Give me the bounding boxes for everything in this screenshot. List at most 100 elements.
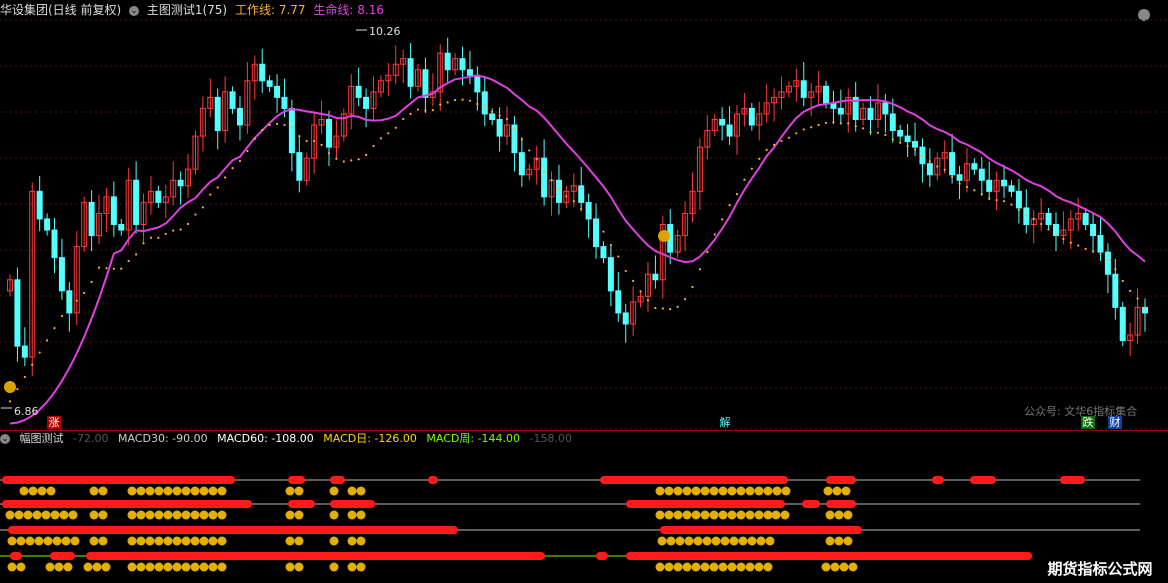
work-line-dot <box>654 306 657 310</box>
candle-body <box>1052 224 1059 237</box>
work-line-dot <box>394 126 397 129</box>
work-line-dot <box>520 138 523 141</box>
money-bag-icon <box>92 562 102 572</box>
candle-body <box>1001 179 1008 187</box>
money-bag-icon <box>7 562 17 572</box>
money-bag-icon <box>136 562 146 572</box>
candle-body <box>956 174 963 181</box>
work-line-dot <box>1069 241 1072 244</box>
work-line-dot <box>387 132 390 135</box>
work-line-dot <box>1121 279 1124 282</box>
money-bag-icon <box>329 486 339 496</box>
work-line-dot <box>906 144 909 148</box>
candle-body <box>1045 212 1052 226</box>
work-line-dot <box>884 133 887 137</box>
money-bag-icon <box>666 536 676 546</box>
money-bag-icon <box>673 486 683 496</box>
candle-body <box>66 290 73 314</box>
money-bag-icon <box>199 510 209 520</box>
sub-indicator-chart[interactable] <box>0 446 1168 583</box>
money-bag-icon <box>190 562 200 572</box>
work-line-dot <box>231 167 234 170</box>
candle-body <box>823 85 830 104</box>
candle-body <box>266 80 273 87</box>
work-line-dot <box>594 221 598 224</box>
work-line-dot <box>661 307 664 310</box>
signal-jie: 解 <box>719 416 731 429</box>
money-bag-icon <box>682 562 692 572</box>
money-bag-icon <box>285 486 295 496</box>
money-bag-icon <box>347 486 357 496</box>
work-line-dot <box>53 327 56 330</box>
money-bag-icon <box>781 486 791 496</box>
money-bag-icon <box>217 510 227 520</box>
money-bag-icon <box>136 510 146 520</box>
work-line-dot <box>135 253 138 256</box>
money-bag-icon <box>682 510 692 520</box>
money-bag-icon <box>682 486 692 496</box>
money-bag-icon <box>285 510 295 520</box>
money-bag-icon <box>830 562 840 572</box>
work-line-dot <box>528 149 531 152</box>
candle-body <box>1104 251 1111 275</box>
work-line-dot <box>706 251 709 254</box>
work-line-dot <box>869 131 872 134</box>
money-bag-icon <box>709 510 719 520</box>
work-line-dot <box>253 137 256 140</box>
money-bag-icon <box>136 486 146 496</box>
work-line-dot <box>298 134 301 138</box>
candle-body <box>51 229 58 259</box>
signal-bar <box>330 500 375 508</box>
work-line-dot <box>379 137 383 140</box>
work-line-dot <box>246 149 249 153</box>
money-bag-icon <box>756 536 766 546</box>
money-bag-icon <box>691 510 701 520</box>
work-line-dot <box>75 299 78 302</box>
sub-chart-title[interactable]: 幅图测试 <box>20 432 64 445</box>
candle-body <box>481 91 488 115</box>
signal-bar <box>826 500 856 508</box>
work-line-dot <box>461 98 464 101</box>
work-line-dot <box>1047 228 1050 231</box>
candle-body <box>622 312 629 325</box>
candle-body <box>110 196 117 226</box>
candle-body <box>748 107 755 126</box>
money-bag-icon <box>285 562 295 572</box>
money-bag-icon <box>848 562 858 572</box>
money-bag-icon <box>711 536 721 546</box>
money-bag-icon <box>37 486 47 496</box>
main-price-chart[interactable] <box>0 0 1168 430</box>
work-line-dot <box>23 375 26 379</box>
watermark-text: 公众号: 文华6指标集合 <box>1024 405 1138 418</box>
work-line-dot <box>149 236 153 239</box>
candle-body <box>281 96 288 109</box>
macd30-value: MACD30: -90.00 <box>117 432 208 445</box>
work-line-dot <box>891 138 894 141</box>
money-bag-icon <box>127 536 137 546</box>
money-bag-icon <box>294 562 304 572</box>
sub-settings-icon[interactable]: ⌄ <box>0 434 10 444</box>
work-line-dot <box>1143 306 1147 310</box>
signal-zhang: 涨 <box>47 416 61 429</box>
money-bag-icon <box>738 536 748 546</box>
money-bag-icon <box>693 536 703 546</box>
money-bag-icon <box>700 510 710 520</box>
high-price-label: 10.26 <box>369 25 401 38</box>
work-line-dot <box>802 128 805 131</box>
candle-body <box>1097 235 1104 253</box>
candle-body <box>837 107 844 115</box>
candle-body <box>355 85 362 98</box>
money-bag-icon <box>25 536 35 546</box>
money-bag-icon <box>154 536 164 546</box>
money-bag-icon <box>675 536 685 546</box>
money-bag-icon <box>199 536 209 546</box>
money-bag-icon <box>217 536 227 546</box>
money-bag-icon <box>181 536 191 546</box>
work-line-dot <box>824 121 828 124</box>
money-bag-icon <box>199 486 209 496</box>
candle-body <box>118 224 125 231</box>
money-bag-icon <box>834 536 844 546</box>
money-bag-icon <box>763 562 773 572</box>
signal-bar <box>288 476 305 484</box>
money-bag-icon <box>736 510 746 520</box>
